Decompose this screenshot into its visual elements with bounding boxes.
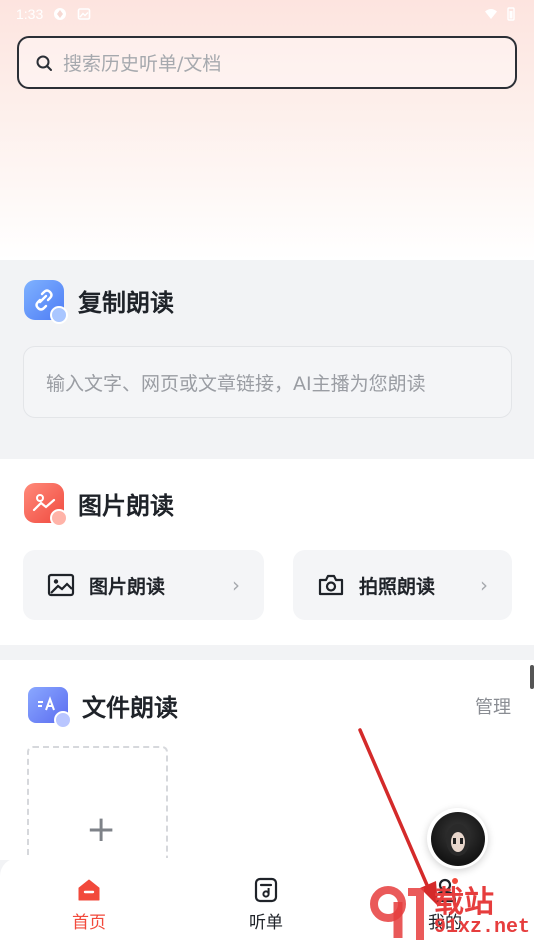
home-icon: [78, 879, 100, 901]
image-read-title: 图片朗读: [78, 491, 174, 520]
nav-playlist[interactable]: 听单: [226, 876, 306, 933]
image-read-header: 图片朗读: [24, 483, 174, 527]
image-read-card[interactable]: 图片朗读 ›: [23, 550, 264, 620]
copy-read-input[interactable]: 输入文字、网页或文章链接，AI主播为您朗读: [23, 346, 512, 418]
scroll-edge-indicator: [530, 665, 534, 689]
camera-icon: [318, 574, 344, 596]
search-icon: [36, 55, 52, 71]
image-read-section: 图片朗读 图片朗读 › 拍照朗读 ›: [0, 459, 534, 645]
plus-icon: +: [86, 809, 117, 850]
app-notification-icon: [54, 8, 67, 20]
floating-avatar-button[interactable]: [427, 808, 488, 869]
image-read-card-label: 图片朗读: [89, 575, 166, 598]
chevron-right-icon: ›: [480, 573, 488, 597]
photo-read-card[interactable]: 拍照朗读 ›: [293, 550, 512, 620]
watermark-brand: 载站: [434, 886, 494, 919]
image-notification-icon: [77, 8, 91, 20]
copy-read-title: 复制朗读: [78, 288, 174, 317]
battery-icon: [507, 7, 515, 21]
nav-playlist-label: 听单: [249, 913, 283, 933]
watermark-domain: 91xz.net: [434, 916, 531, 939]
copy-read-placeholder: 输入文字、网页或文章链接，AI主播为您朗读: [46, 372, 426, 395]
search-bar[interactable]: 搜索历史听单/文档: [17, 36, 517, 89]
nav-home[interactable]: 首页: [49, 876, 129, 933]
add-file-button[interactable]: +: [27, 746, 168, 876]
avatar: [430, 811, 485, 866]
status-bar: 1:33: [0, 0, 534, 28]
chevron-right-icon: ›: [232, 573, 240, 597]
image-read-section-icon: [24, 483, 68, 527]
copy-read-section: 复制朗读 输入文字、网页或文章链接，AI主播为您朗读: [0, 260, 534, 441]
manage-button[interactable]: 管理: [475, 693, 511, 719]
watermark-logo-icon: [370, 886, 424, 940]
file-read-title: 文件朗读: [82, 693, 178, 722]
copy-read-header: 复制朗读: [24, 280, 174, 324]
status-time: 1:33: [16, 6, 44, 22]
image-icon: [47, 573, 75, 597]
nav-home-label: 首页: [72, 913, 106, 933]
link-read-icon: [24, 280, 68, 324]
watermark: 载站 91xz.net: [368, 882, 530, 944]
wifi-icon: [485, 9, 497, 19]
photo-read-card-label: 拍照朗读: [359, 575, 436, 598]
playlist-icon: [254, 877, 278, 903]
search-placeholder: 搜索历史听单/文档: [63, 53, 222, 75]
file-read-header: 文件朗读: [28, 687, 178, 729]
file-read-section-icon: [28, 687, 72, 729]
